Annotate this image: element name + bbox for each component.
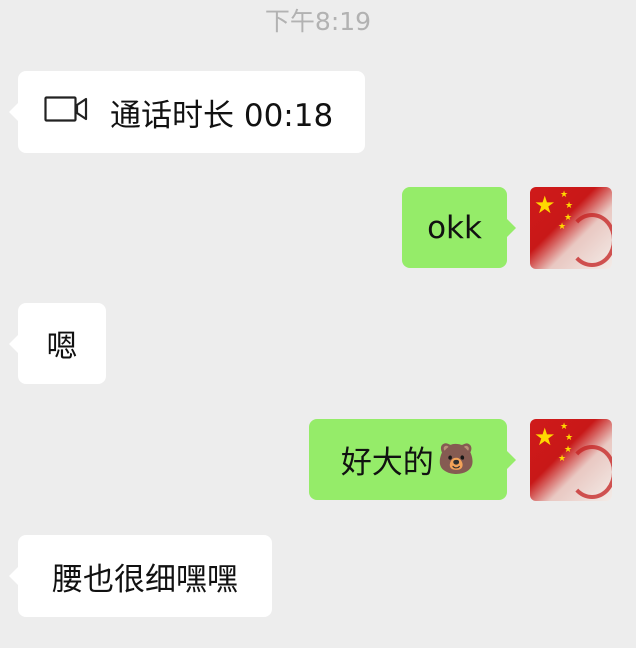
flag-star-icon: ★ — [565, 433, 574, 443]
incoming-message[interactable]: 嗯 — [9, 303, 106, 384]
flag-star-icon: ★ — [534, 191, 556, 219]
message-text: 腰也很细嘿嘿 — [52, 561, 238, 598]
flag-star-icon: ★ — [558, 454, 567, 464]
incoming-message[interactable]: 腰也很细嘿嘿 — [9, 535, 272, 617]
flag-star-icon: ★ — [560, 422, 569, 432]
call-duration-message[interactable]: 通话时长 00:18 — [9, 71, 365, 153]
flag-star-icon: ★ — [565, 201, 574, 211]
call-duration-text: 通话时长 00:18 — [110, 97, 334, 134]
flag-star-icon: ★ — [558, 222, 567, 232]
message-text: okk — [427, 209, 482, 246]
avatar-photo-detail — [568, 213, 612, 267]
user-avatar[interactable]: ★ ★ ★ ★ ★ — [530, 419, 612, 501]
message-text: 好大的 — [340, 445, 434, 481]
message-text: 嗯 — [46, 329, 78, 365]
chat-timestamp: 下午8:19 — [264, 7, 372, 36]
outgoing-message[interactable]: 好大的 🐻 — [309, 419, 516, 500]
user-avatar[interactable]: ★ ★ ★ ★ ★ — [530, 187, 612, 269]
flag-star-icon: ★ — [534, 423, 556, 451]
avatar-photo-detail — [568, 445, 612, 499]
bear-emoji-icon: 🐻 — [437, 442, 476, 477]
outgoing-message[interactable]: okk — [402, 187, 516, 268]
flag-star-icon: ★ — [560, 190, 569, 200]
video-camera-icon — [44, 94, 88, 130]
